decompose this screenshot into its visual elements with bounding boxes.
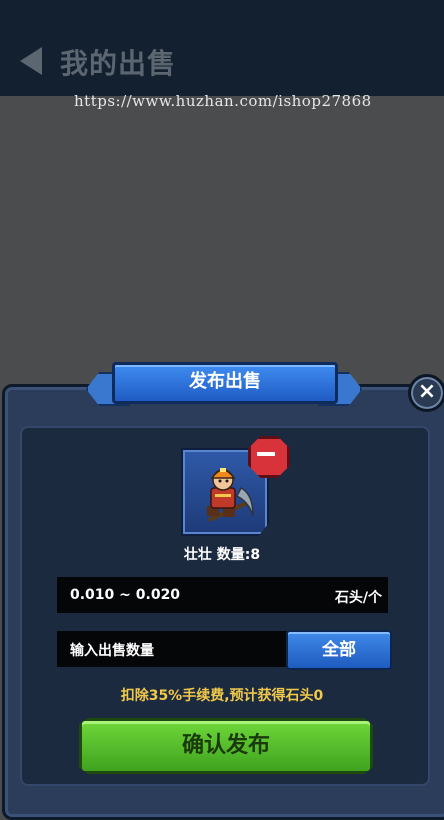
dialog-title: 发布出售 (112, 362, 338, 404)
price-range-value: 0.010 ~ 0.020 (70, 587, 181, 603)
price-unit-label: 石头/个 (334, 590, 382, 606)
watermark-text: https://www.huzhan.com/ishop27868 (74, 92, 372, 110)
item-name-quantity: 壮壮 数量:8 (183, 547, 261, 563)
select-all-button[interactable]: 全部 (286, 630, 392, 670)
close-button[interactable]: × (408, 374, 444, 412)
minus-icon (257, 452, 275, 456)
back-arrow-icon[interactable] (20, 47, 42, 75)
confirm-publish-button[interactable]: 确认发布 (79, 718, 373, 774)
fee-notice: 扣除35%手续费,预计获得石头0 (120, 688, 324, 704)
page-title: 我的出售 (60, 47, 177, 80)
sale-quantity-placeholder: 输入出售数量 (70, 643, 154, 659)
